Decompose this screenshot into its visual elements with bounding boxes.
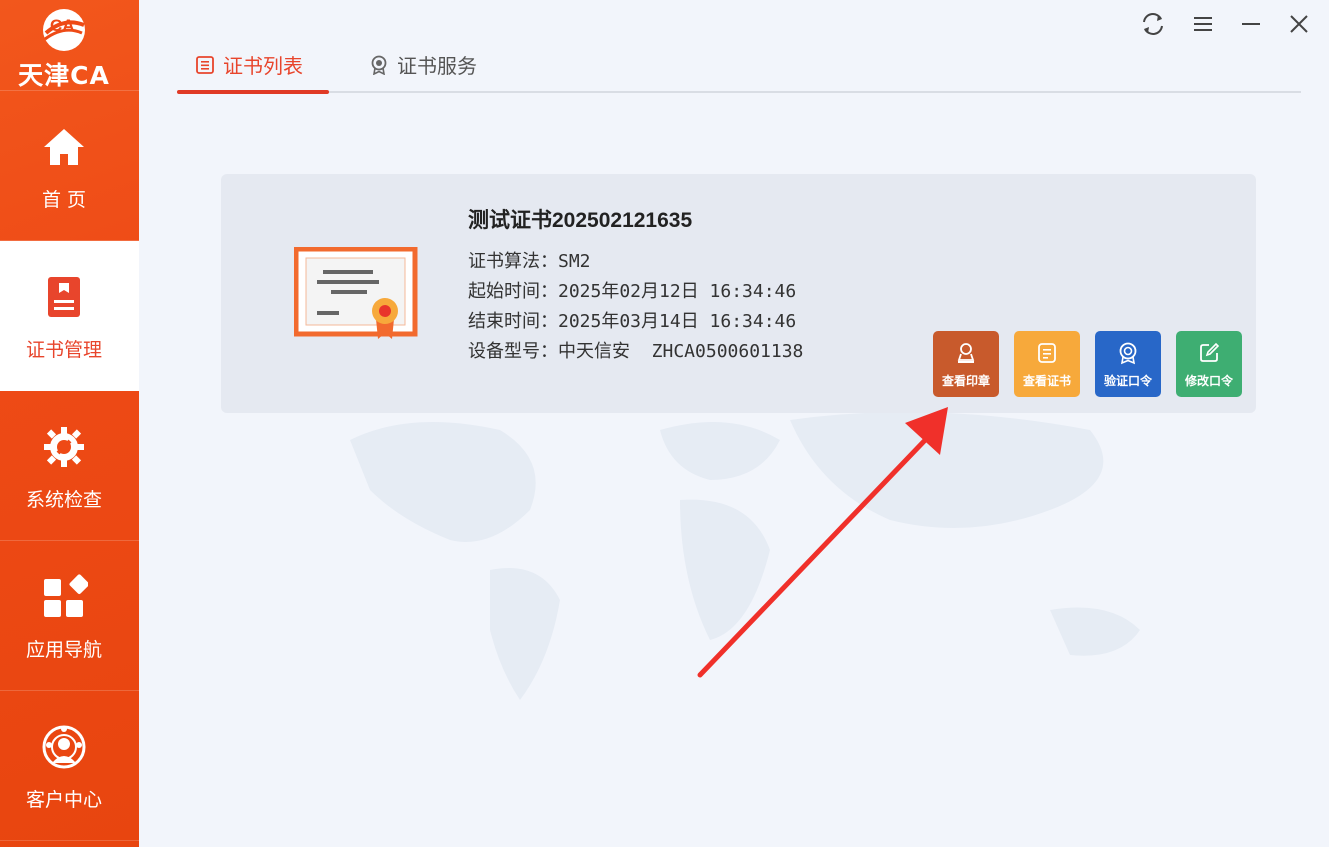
sidebar-item-label: 系统检查 xyxy=(25,489,102,511)
certificate-icon xyxy=(294,247,418,339)
close-icon xyxy=(1290,15,1308,33)
svg-text:CA: CA xyxy=(50,16,75,35)
active-tab-indicator xyxy=(177,90,329,94)
certificate-title: 测试证书202502121635 xyxy=(468,209,693,232)
app-logo: CA 天津CA xyxy=(0,0,139,91)
sidebar-item-home[interactable]: 首 页 xyxy=(0,91,139,241)
device-label: 设备型号： xyxy=(468,341,558,362)
button-label: 查看证书 xyxy=(1022,374,1071,388)
view-seal-button[interactable]: 查看印章 xyxy=(933,331,999,397)
sidebar-item-label: 客户中心 xyxy=(25,789,102,811)
verify-password-button[interactable]: 验证口令 xyxy=(1095,331,1161,397)
logo-text: 天津CA xyxy=(18,61,110,90)
customer-globe-icon xyxy=(42,725,86,769)
sidebar-item-label: 证书管理 xyxy=(25,339,102,361)
end-time-value: 2025年03月14日 16:34:46 xyxy=(558,311,797,332)
tab-certificate-list[interactable]: 证书列表 xyxy=(195,40,303,89)
change-password-button[interactable]: 修改口令 xyxy=(1176,331,1242,397)
sidebar-item-label: 应用导航 xyxy=(25,639,102,661)
ca-logo-icon: CA xyxy=(43,9,85,51)
sidebar-item-certificate-management[interactable]: 证书管理 xyxy=(0,241,139,391)
end-time-row: 结束时间：2025年03月14日 16:34:46 xyxy=(468,307,796,333)
badge-icon xyxy=(371,55,387,75)
minimize-button[interactable] xyxy=(1235,10,1267,38)
algorithm-row: 证书算法：SM2 xyxy=(468,247,591,273)
certificate-book-icon xyxy=(48,277,80,317)
close-button[interactable] xyxy=(1283,10,1315,38)
sidebar: CA 天津CA 首 页 证书管理 系统检查 应用导航 客户中心 xyxy=(0,0,139,847)
seal-person-icon xyxy=(957,343,975,363)
device-row: 设备型号：中天信安 ZHCA0500601138 xyxy=(468,337,803,363)
list-icon xyxy=(196,55,214,74)
end-time-label: 结束时间： xyxy=(468,311,558,332)
document-icon xyxy=(1038,343,1056,363)
menu-icon xyxy=(1194,17,1212,31)
algorithm-value: SM2 xyxy=(558,251,591,272)
tab-bar: 证书列表 证书服务 xyxy=(177,40,1301,94)
gear-wrench-icon xyxy=(44,427,84,467)
button-label: 查看印章 xyxy=(941,374,990,388)
refresh-button[interactable] xyxy=(1137,10,1169,38)
sidebar-item-customer-center[interactable]: 客户中心 xyxy=(0,691,139,841)
tab-label: 证书服务 xyxy=(397,54,477,78)
button-label: 修改口令 xyxy=(1184,374,1233,388)
view-certificate-button[interactable]: 查看证书 xyxy=(1014,331,1080,397)
algorithm-label: 证书算法： xyxy=(468,251,558,272)
refresh-icon xyxy=(1143,13,1163,35)
menu-button[interactable] xyxy=(1187,10,1219,38)
certificate-card[interactable]: 测试证书202502121635 证书算法：SM2 起始时间：2025年02月1… xyxy=(221,174,1256,413)
verify-badge-icon xyxy=(1119,342,1137,365)
minimize-icon xyxy=(1242,23,1260,25)
sidebar-item-app-navigation[interactable]: 应用导航 xyxy=(0,541,139,691)
start-time-label: 起始时间： xyxy=(468,281,558,302)
start-time-row: 起始时间：2025年02月12日 16:34:46 xyxy=(468,277,796,303)
button-label: 验证口令 xyxy=(1103,374,1152,388)
start-time-value: 2025年02月12日 16:34:46 xyxy=(558,281,797,302)
device-value: 中天信安 ZHCA0500601138 xyxy=(558,341,804,362)
edit-icon xyxy=(1200,342,1220,362)
tab-certificate-service[interactable]: 证书服务 xyxy=(369,40,477,89)
tab-label: 证书列表 xyxy=(223,54,303,78)
world-map-background xyxy=(350,412,1140,700)
sidebar-item-system-check[interactable]: 系统检查 xyxy=(0,391,139,541)
apps-grid-icon xyxy=(44,574,88,617)
sidebar-item-label: 首 页 xyxy=(41,189,87,211)
home-icon xyxy=(44,129,84,165)
